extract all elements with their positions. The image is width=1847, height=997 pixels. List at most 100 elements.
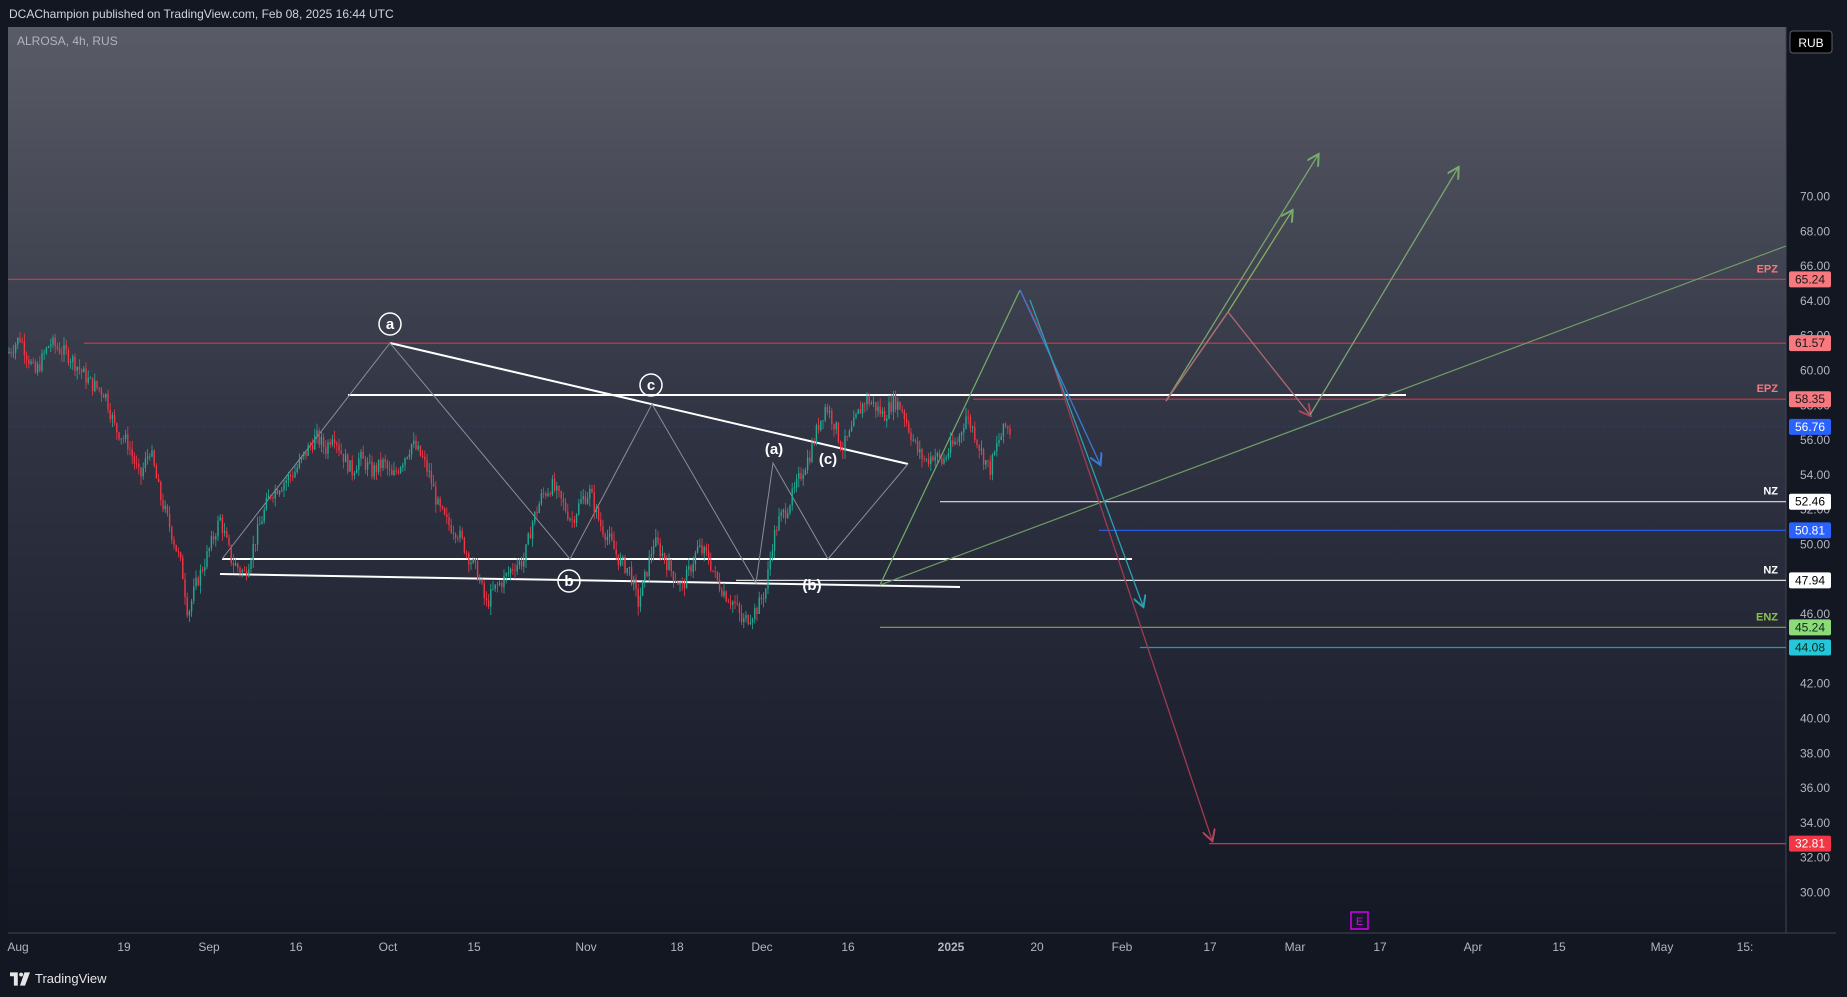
price-tick-label: 32.00: [1800, 851, 1830, 865]
plot-background: [8, 27, 1786, 933]
time-tick-label: Aug: [7, 940, 28, 954]
earnings-marker-text: E: [1356, 916, 1363, 928]
price-tick-label: 60.00: [1800, 364, 1830, 378]
wave-label-paren-a: (a): [765, 441, 783, 458]
price-tick-label: 68.00: [1800, 224, 1830, 238]
price-tag-value: 58.35: [1795, 392, 1825, 406]
price-tag: 61.57: [1789, 335, 1831, 352]
candle: [641, 580, 644, 597]
candle: [747, 614, 749, 626]
tradingview-logo-icon: [10, 971, 30, 986]
price-tag: 58.35: [1789, 391, 1831, 408]
candle: [230, 544, 232, 567]
candle: [624, 555, 626, 575]
price-tick-label: 38.00: [1800, 746, 1830, 760]
candle: [463, 536, 466, 555]
price-tag: 52.46: [1789, 493, 1831, 510]
time-tick-label: Sep: [198, 940, 220, 954]
time-tick-label: 17: [1203, 940, 1217, 954]
price-tick-label: 40.00: [1800, 712, 1830, 726]
publish-header: DCAChampion published on TradingView.com…: [0, 0, 1847, 27]
candle: [815, 423, 818, 446]
price-tag-value: 56.76: [1795, 420, 1825, 434]
time-tick-label: 20: [1030, 940, 1044, 954]
time-tick-label: 15: [1552, 940, 1566, 954]
footer-bar: TradingView: [0, 963, 1847, 997]
price-tick-label: 42.00: [1800, 677, 1830, 691]
time-tick-label: Nov: [575, 940, 596, 954]
candle: [347, 452, 349, 475]
price-tag-value: 52.46: [1795, 495, 1825, 509]
time-tick-label: 15: [467, 940, 481, 954]
price-tag-value: 32.81: [1795, 837, 1825, 851]
time-tick-label: May: [1651, 940, 1674, 954]
time-tick-label: Oct: [379, 940, 398, 954]
price-tick-label: 66.00: [1800, 259, 1830, 273]
time-axis-background: [8, 933, 1786, 963]
candle: [182, 554, 184, 580]
price-tick-label: 34.00: [1800, 816, 1830, 830]
candle: [725, 590, 727, 603]
price-tick-label: 54.00: [1800, 468, 1830, 482]
candle: [597, 505, 600, 522]
price-tag: 45.24: [1789, 619, 1831, 636]
candle: [857, 408, 859, 415]
currency-label: RUB: [1798, 36, 1823, 50]
price-tag: 50.81: [1789, 522, 1831, 539]
price-tag-value: 61.57: [1795, 336, 1825, 350]
candle: [837, 422, 840, 444]
wave-label-paren-b: (b): [802, 577, 821, 594]
wave-c-text: c: [647, 377, 655, 394]
price-tick-label: 70.00: [1800, 190, 1830, 204]
price-tick-label: 56.00: [1800, 433, 1830, 447]
zone-label: NZ: [1763, 564, 1778, 576]
candle: [443, 507, 446, 516]
currency-badge[interactable]: RUB: [1789, 30, 1833, 54]
price-axis-ticks: 30.0032.0034.0036.0038.0040.0042.0044.00…: [1800, 190, 1830, 900]
time-tick-label: 16: [841, 940, 855, 954]
time-tick-label: Dec: [751, 940, 772, 954]
candle: [175, 544, 177, 552]
time-tick-label: 2025: [938, 940, 965, 954]
price-tick-label: 50.00: [1800, 538, 1830, 552]
time-tick-label: Apr: [1464, 940, 1483, 954]
time-tick-label: Mar: [1285, 940, 1306, 954]
zone-label: EPZ: [1757, 263, 1779, 275]
tradingview-brand[interactable]: TradingView: [10, 971, 107, 986]
time-tick-label: Feb: [1112, 940, 1133, 954]
time-tick-label: 19: [117, 940, 131, 954]
zone-label: EPZ: [1757, 383, 1779, 395]
price-tag-value: 47.94: [1795, 573, 1825, 587]
price-tick-label: 36.00: [1800, 781, 1830, 795]
price-tag: 65.24: [1789, 271, 1831, 288]
brand-label: TradingView: [35, 971, 107, 986]
time-tick-label: 18: [670, 940, 684, 954]
price-tick-label: 46.00: [1800, 607, 1830, 621]
wave-label-paren-c: (c): [819, 451, 837, 468]
price-chart[interactable]: ALROSA, 4h, RUS RUB 30.00 32.00 34.00 36.00…: [0, 27, 1847, 963]
publish-info: DCAChampion published on TradingView.com…: [9, 7, 394, 21]
candle: [527, 531, 529, 546]
candle: [419, 445, 422, 457]
zone-label: NZ: [1763, 486, 1778, 498]
price-tick-label: 30.00: [1800, 886, 1830, 900]
time-tick-label: 16: [289, 940, 303, 954]
price-tag-value: 65.24: [1795, 272, 1825, 286]
price-tick-label: 64.00: [1800, 294, 1830, 308]
candle: [899, 401, 901, 411]
price-tag: 47.94: [1789, 572, 1831, 589]
price-tag: 56.76: [1789, 418, 1831, 435]
wave-b-text: b: [564, 573, 573, 590]
zone-label: ENZ: [1756, 611, 1778, 623]
price-tag-value: 50.81: [1795, 523, 1825, 537]
wave-a-text: a: [386, 316, 395, 333]
price-tag: 32.81: [1789, 835, 1831, 852]
price-tag: 44.08: [1789, 639, 1831, 656]
candle: [349, 460, 351, 472]
candle: [153, 449, 155, 468]
price-tag-value: 45.24: [1795, 620, 1825, 634]
price-tag-value: 44.08: [1795, 641, 1825, 655]
time-tick-label: 15:: [1737, 940, 1754, 954]
symbol-label: ALROSA, 4h, RUS: [17, 34, 118, 48]
time-tick-label: 17: [1373, 940, 1387, 954]
